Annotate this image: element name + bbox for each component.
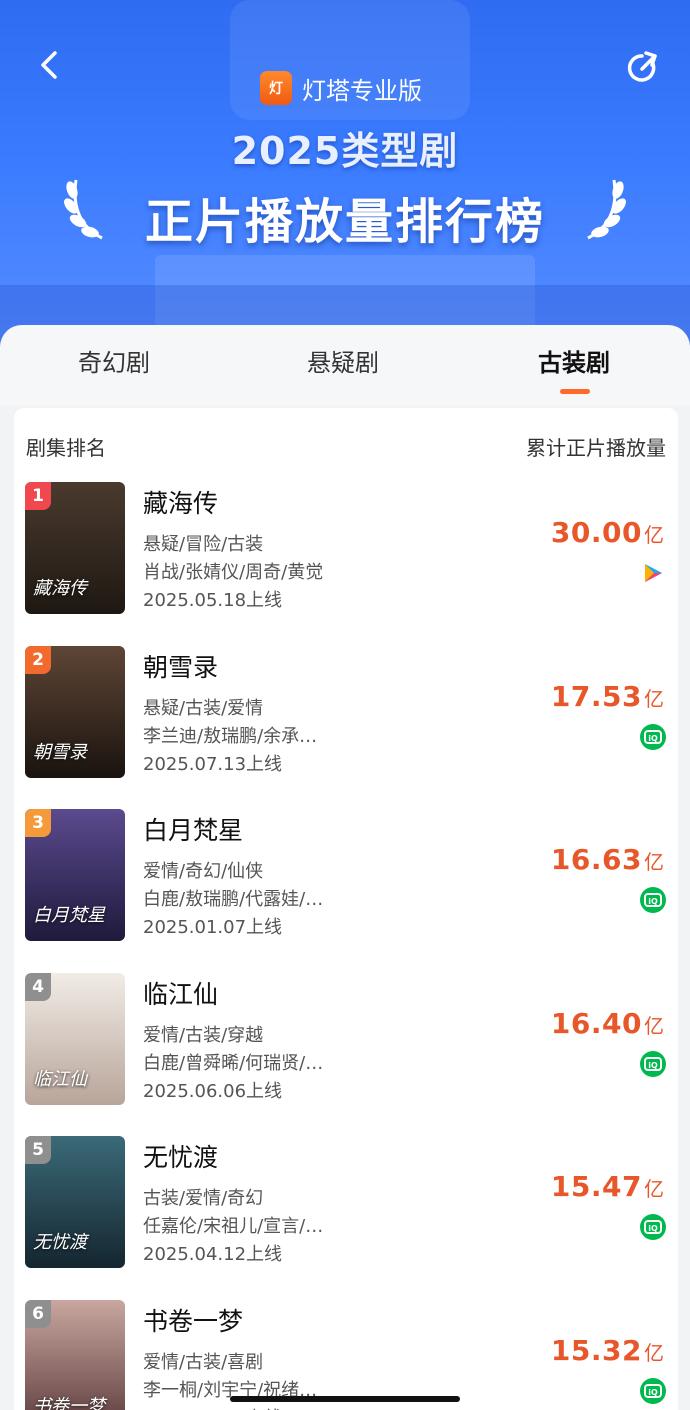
tab-mystery[interactable]: 悬疑剧 [307,343,379,378]
brand-logo-icon: 灯 [260,71,292,105]
laurel-right-icon [587,179,626,240]
drama-genres: 古装/爱情/奇幻 [143,1188,264,1209]
view-count-unit: 亿 [644,1177,664,1201]
share-icon [627,51,657,82]
list-item[interactable]: 6 书卷一梦 书卷一梦 爱情/古装/喜剧 李一桐/刘宇宁/祝绪… 2025.08… [14,1299,678,1410]
poster-title: 书卷一梦 [33,1395,105,1410]
view-count-value: 16.40 [550,1006,642,1040]
page-subtitle: 2025类型剧 [231,129,459,173]
youku-icon[interactable] [640,560,666,586]
column-header-views: 累计正片播放量 [526,436,666,460]
genre-tabs: 奇幻剧 悬疑剧 古装剧 [0,325,690,405]
view-count-unit: 亿 [644,686,664,711]
drama-title[interactable]: 临江仙 [143,975,218,1011]
list-item[interactable]: 3 白月梵星 白月梵星 爱情/奇幻/仙侠 白鹿/敖瑞鹏/代露娃/… 2025.0… [14,809,678,959]
iqiyi-icon[interactable]: iQ [640,723,666,750]
drama-cast: 白鹿/敖瑞鹏/代露娃/… [143,889,324,910]
view-count-value: 17.53 [550,679,642,713]
drama-release-date: 2025.05.18上线 [143,590,283,611]
poster-title: 藏海传 [33,578,87,599]
list-item[interactable]: 1 藏海传 藏海传 悬疑/冒险/古装 肖战/张婧仪/周奇/黄觉 2025.05.… [14,482,678,632]
svg-text:iQ: iQ [648,1388,658,1397]
rank-badge: 5 [25,1136,51,1164]
drama-release-date: 2025.06.06上线 [143,1080,283,1102]
svg-text:iQ: iQ [648,734,658,743]
drama-release-date: 2025.07.13上线 [143,753,283,775]
header-banner: 灯 灯塔专业版 2025类型剧 正片播放量排行榜 [0,0,690,360]
view-count-value: 30.00 [550,516,642,549]
view-count: 15.32 亿 [551,1334,664,1367]
view-count-unit: 亿 [644,523,664,547]
svg-text:iQ: iQ [648,1224,658,1233]
rank-badge: 2 [25,645,51,674]
view-count-unit: 亿 [644,1013,664,1038]
poster-title: 白月梵星 [33,905,105,926]
brand-name: 灯塔专业版 [302,76,422,105]
poster-image[interactable]: 2 朝雪录 [25,645,125,778]
drama-release-date: 2025.04.12上线 [143,1244,283,1265]
active-tab-indicator [560,389,590,394]
poster-image[interactable]: 3 白月梵星 [25,809,125,941]
drama-release-date: 2025.01.07上线 [143,917,283,938]
drama-cast: 肖战/张婧仪/周奇/黄觉 [143,562,324,583]
list-item[interactable]: 4 临江仙 临江仙 爱情/古装/穿越 白鹿/曾舜晞/何瑞贤/… 2025.06.… [14,972,678,1123]
view-count-value: 15.47 [550,1170,642,1203]
home-indicator [230,1396,460,1402]
drama-cast: 任嘉伦/宋祖儿/宣言/… [143,1216,324,1237]
poster-image[interactable]: 1 藏海传 [25,482,125,614]
svg-text:iQ: iQ [648,897,658,906]
poster-title: 朝雪录 [33,741,87,763]
rank-badge: 1 [25,482,51,510]
view-count: 15.47 亿 [551,1170,664,1203]
view-count-unit: 亿 [644,1340,664,1365]
view-count-value: 15.32 [550,1333,642,1367]
drama-genres: 悬疑/古装/爱情 [143,697,264,719]
drama-title[interactable]: 藏海传 [143,484,218,520]
back-button[interactable] [30,45,70,85]
drama-title[interactable]: 书卷一梦 [143,1302,243,1338]
list-item[interactable]: 5 无忧渡 无忧渡 古装/爱情/奇幻 任嘉伦/宋祖儿/宣言/… 2025.04.… [14,1136,678,1286]
view-count: 30.00 亿 [551,516,664,549]
drama-title[interactable]: 朝雪录 [143,648,218,684]
tab-fantasy[interactable]: 奇幻剧 [78,343,150,378]
iqiyi-icon[interactable]: iQ [640,1377,666,1404]
drama-genres: 爱情/古装/穿越 [143,1024,264,1046]
rank-badge: 6 [25,1299,51,1328]
drama-genres: 爱情/奇幻/仙侠 [143,861,264,882]
tab-costume[interactable]: 古装剧 [538,343,610,378]
poster-title: 临江仙 [33,1068,87,1090]
drama-release-date: 2025.08.08上线 [143,1404,282,1410]
drama-cast: 李兰迪/敖瑞鹏/余承… [143,725,318,747]
share-button[interactable] [622,48,662,88]
view-count: 16.63 亿 [551,843,664,876]
rank-badge: 4 [25,972,51,1001]
drama-cast: 白鹿/曾舜晞/何瑞贤/… [143,1052,324,1074]
svg-text:iQ: iQ [648,1061,658,1070]
iqiyi-icon[interactable]: iQ [640,1214,666,1240]
drama-genres: 悬疑/冒险/古装 [143,534,264,555]
poster-image[interactable]: 6 书卷一梦 [25,1299,125,1410]
view-count: 16.40 亿 [551,1007,664,1040]
column-header-rank: 剧集排名 [26,436,106,460]
rank-badge: 3 [25,809,51,837]
drama-genres: 爱情/古装/喜剧 [143,1351,264,1373]
view-count-value: 16.63 [550,843,642,876]
view-count-unit: 亿 [644,850,664,874]
drama-title[interactable]: 白月梵星 [143,811,243,847]
list-item[interactable]: 2 朝雪录 朝雪录 悬疑/古装/爱情 李兰迪/敖瑞鹏/余承… 2025.07.1… [14,645,678,796]
poster-title: 无忧渡 [33,1232,87,1253]
poster-image[interactable]: 5 无忧渡 [25,1136,125,1268]
iqiyi-icon[interactable]: iQ [640,1050,666,1077]
chevron-left-icon [41,51,57,79]
view-count: 17.53 亿 [551,680,664,713]
ranking-list: 剧集排名 累计正片播放量 1 藏海传 藏海传 悬疑/冒险/古装 肖战/张婧仪/周… [14,408,678,1410]
poster-image[interactable]: 4 临江仙 [25,972,125,1105]
brand: 灯 灯塔专业版 [260,70,422,106]
iqiyi-icon[interactable]: iQ [640,887,666,913]
drama-title[interactable]: 无忧渡 [143,1138,218,1174]
